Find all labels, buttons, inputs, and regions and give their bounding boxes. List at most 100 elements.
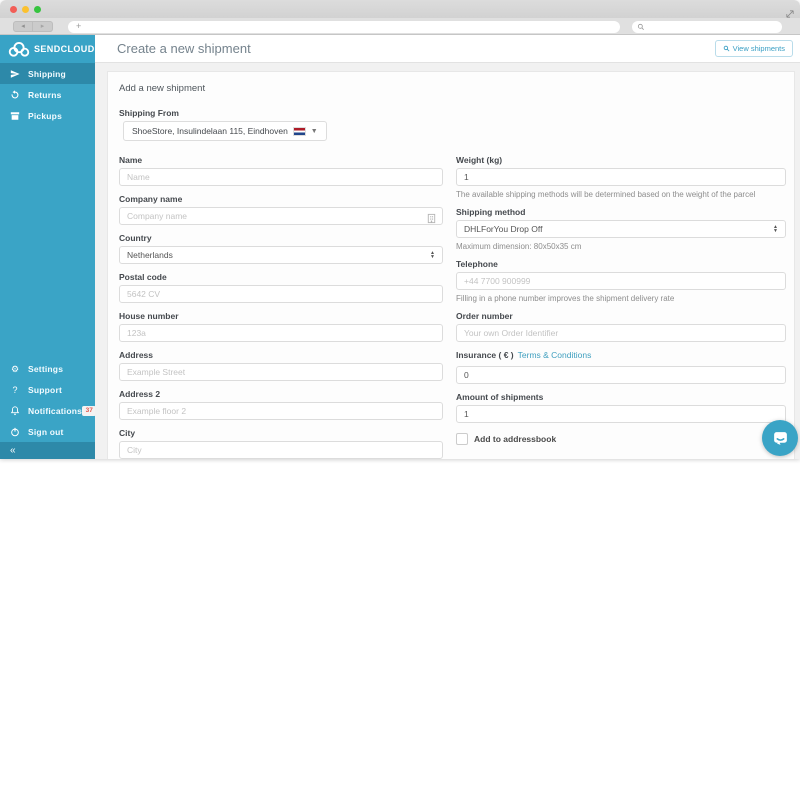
- sidebar-item-label: Pickups: [28, 110, 62, 121]
- address-label: Address: [119, 350, 154, 360]
- weight-field: Weight (kg) The available shipping metho…: [456, 155, 786, 199]
- minimize-window-button[interactable]: [22, 5, 29, 13]
- nav-buttons: ◂ ▸: [13, 21, 53, 32]
- sidebar-item-sign-out[interactable]: Sign out: [0, 421, 95, 442]
- shipping-from-label: Shipping From: [119, 108, 179, 118]
- sidebar-item-notifications[interactable]: Notifications 37: [0, 400, 97, 421]
- telephone-input[interactable]: [464, 276, 778, 286]
- address2-input[interactable]: [127, 406, 435, 416]
- power-icon: [10, 427, 20, 437]
- sidebar-item-label: Sign out: [28, 426, 64, 437]
- sendcloud-logo: SENDCLOUD: [0, 35, 95, 63]
- app-window: ◂ ▸ + SENDCLOUD Create a new shipment Vi…: [0, 0, 800, 459]
- sidebar-item-support[interactable]: ? Support: [0, 379, 95, 400]
- postal-code-field: Postal code: [119, 272, 443, 303]
- insurance-field: Insurance ( € ) Terms & Conditions: [456, 350, 786, 384]
- back-button[interactable]: ◂: [13, 21, 33, 32]
- dimension-helper-text: Maximum dimension: 80x50x35 cm: [456, 242, 582, 251]
- shipment-form-card: Add a new shipment Shipping From ShoeSto…: [107, 71, 795, 459]
- sidebar-item-shipping[interactable]: Shipping: [0, 63, 95, 84]
- shipping-from-dropdown[interactable]: ShoeStore, Insulindelaan 115, Eindhoven …: [123, 121, 327, 141]
- order-number-field: Order number: [456, 311, 786, 342]
- url-bar[interactable]: +: [68, 20, 620, 33]
- netherlands-flag-icon: [292, 126, 306, 136]
- city-label: City: [119, 428, 136, 438]
- forward-button[interactable]: ▸: [33, 21, 53, 32]
- addressbook-label: Add to addressbook: [474, 434, 557, 444]
- page-title: Create a new shipment: [117, 41, 251, 56]
- fullscreen-icon[interactable]: [786, 5, 794, 18]
- name-label: Name: [119, 155, 143, 165]
- page-canvas: ◂ ▸ + SENDCLOUD Create a new shipment Vi…: [0, 0, 800, 800]
- company-field: Company name: [119, 194, 443, 225]
- collapse-chevron-icon: «: [10, 445, 16, 456]
- amount-label: Amount of shipments: [456, 392, 544, 402]
- shipping-method-field: Shipping method DHLForYou Drop Off ▲ ▼ Ma…: [456, 207, 786, 251]
- sidebar-item-settings[interactable]: ⚙ Settings: [0, 358, 95, 379]
- name-field: Name: [119, 155, 443, 186]
- chat-bubble-icon: [773, 431, 787, 445]
- city-input[interactable]: [127, 445, 435, 455]
- chevron-down-icon: ▼: [310, 127, 318, 135]
- telephone-helper-text: Filling in a phone number improves the s…: [456, 294, 675, 303]
- sidebar-item-label: Settings: [28, 363, 64, 374]
- postal-code-label: Postal code: [119, 272, 167, 282]
- house-number-field: House number: [119, 311, 443, 342]
- house-number-input[interactable]: [127, 328, 435, 338]
- left-column: Name Company name: [119, 155, 443, 459]
- app-body: Shipping Returns Pickups ⚙ Settings ? Su…: [0, 63, 800, 459]
- paper-plane-icon: [10, 69, 20, 79]
- company-input[interactable]: [127, 211, 435, 221]
- name-input[interactable]: [127, 172, 435, 182]
- return-arrow-icon: [10, 89, 20, 100]
- amount-input[interactable]: [464, 409, 778, 419]
- terms-conditions-link[interactable]: Terms & Conditions: [518, 350, 592, 360]
- shipping-from-value: ShoeStore, Insulindelaan 115, Eindhoven: [132, 126, 288, 136]
- sidebar-item-pickups[interactable]: Pickups: [0, 105, 95, 126]
- building-icon[interactable]: [426, 211, 437, 224]
- view-shipments-button[interactable]: View shipments: [714, 40, 793, 57]
- order-number-input[interactable]: [464, 328, 778, 338]
- select-arrows-icon: ▲ ▼: [773, 224, 778, 234]
- shipping-method-select[interactable]: DHLForYou Drop Off ▲ ▼: [456, 220, 786, 238]
- box-icon: [10, 111, 20, 121]
- insurance-label: Insurance ( € ): [456, 350, 514, 360]
- weight-label: Weight (kg): [456, 155, 503, 165]
- form-columns: Name Company name: [119, 155, 786, 459]
- sidebar: Shipping Returns Pickups ⚙ Settings ? Su…: [0, 63, 97, 459]
- browser-toolbar: ◂ ▸ +: [0, 18, 800, 35]
- browser-titlebar: [0, 0, 800, 18]
- country-select[interactable]: Netherlands ▲ ▼: [119, 246, 443, 264]
- weight-helper-text: The available shipping methods will be d…: [456, 190, 756, 199]
- header-main: Create a new shipment View shipments: [95, 35, 800, 62]
- sidebar-item-returns[interactable]: Returns: [0, 84, 95, 105]
- chat-widget-button[interactable]: [762, 420, 798, 456]
- country-value: Netherlands: [127, 250, 173, 260]
- shipping-method-value: DHLForYou Drop Off: [464, 224, 543, 234]
- weight-input[interactable]: [464, 172, 778, 182]
- bell-icon: [10, 405, 20, 416]
- address-input[interactable]: [127, 367, 435, 377]
- view-shipments-label: View shipments: [732, 44, 785, 53]
- sidebar-item-label: Returns: [28, 89, 62, 100]
- section-title: Add a new shipment: [119, 83, 206, 94]
- postal-code-input[interactable]: [127, 289, 435, 299]
- browser-search-field[interactable]: [632, 20, 782, 33]
- close-window-button[interactable]: [10, 5, 17, 13]
- addressbook-checkbox[interactable]: [456, 433, 468, 445]
- select-arrows-icon: ▲ ▼: [430, 250, 435, 260]
- insurance-input[interactable]: [464, 370, 778, 380]
- zoom-window-button[interactable]: [34, 5, 41, 13]
- address2-field: Address 2: [119, 389, 443, 420]
- app-header: SENDCLOUD Create a new shipment View shi…: [0, 35, 800, 63]
- addressbook-checkbox-row[interactable]: Add to addressbook: [456, 433, 786, 445]
- sidebar-item-label: Shipping: [28, 68, 66, 79]
- search-icon: [637, 23, 644, 30]
- sidebar-collapse-button[interactable]: «: [0, 442, 95, 459]
- shipping-method-label: Shipping method: [456, 207, 526, 217]
- country-label: Country: [119, 233, 152, 243]
- amount-field: Amount of shipments: [456, 392, 786, 423]
- order-number-label: Order number: [456, 311, 513, 321]
- gear-icon: ⚙: [10, 363, 20, 374]
- telephone-label: Telephone: [456, 259, 498, 269]
